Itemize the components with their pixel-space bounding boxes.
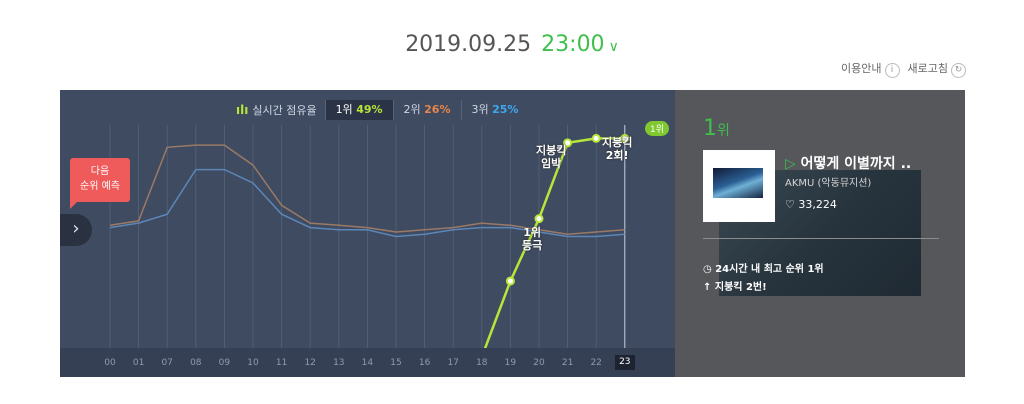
roof-break-annotation: 지붕킥 임박	[536, 144, 567, 170]
x-tick-label: 15	[390, 358, 402, 368]
refresh-link[interactable]: 새로고침 ↻	[908, 60, 966, 78]
chevron-down-icon[interactable]: ∨	[609, 39, 619, 55]
legend-rank: 2위	[403, 103, 421, 116]
play-icon[interactable]: ▷	[785, 156, 796, 172]
x-tick-label: 12	[304, 358, 316, 368]
chevron-right-icon[interactable]: ›	[60, 214, 92, 246]
like-count[interactable]: ♡ 33,224	[785, 198, 837, 211]
stat-roof-break: ↑ 지붕킥 2번!	[703, 278, 767, 293]
legend-value: 49%	[356, 103, 383, 116]
song-title-text: 어떻게 이별까지 ..	[800, 156, 912, 172]
refresh-label: 새로고침	[907, 62, 948, 75]
legend-rank: 1위	[335, 103, 353, 116]
roof-break2-annotation: 지붕킥 2회!	[602, 136, 633, 162]
x-tick-label: 19	[504, 358, 517, 368]
guide-link[interactable]: 이용안내 i	[841, 60, 900, 78]
x-axis: 00 01 07 08 09 10 11 12 13 14 15 16 17 18 19 20 21 22 23	[60, 348, 675, 377]
song-detail-panel: 1위 ▷ 어떻게 이별까지 .. AKMU (악동뮤지션) ♡ 33,224 ◷…	[675, 90, 965, 377]
x-tick-label: 10	[247, 358, 259, 368]
chart-datetime[interactable]: 2019.09.25 23:00 ∨	[0, 32, 1024, 57]
album-art-image	[713, 168, 763, 198]
song-artist[interactable]: AKMU (악동뮤지션)	[785, 174, 871, 189]
bar-chart-icon: ılı	[236, 103, 249, 117]
stat-roof-break-text: 지붕킥 2번!	[714, 282, 767, 293]
legend-value: 25%	[492, 103, 519, 116]
x-tick-label: 13	[333, 358, 345, 368]
line-chart	[109, 125, 630, 358]
song-title[interactable]: ▷ 어떻게 이별까지 ..	[785, 153, 911, 173]
x-tick-label: 11	[275, 358, 288, 368]
legend-item-1[interactable]: 1위 49%	[324, 100, 393, 120]
rank-number: 1	[703, 116, 717, 141]
album-cover[interactable]	[703, 150, 775, 222]
clock-icon: ◷	[703, 264, 712, 275]
legend-item-3[interactable]: 3위 25%	[460, 100, 529, 120]
legend-value: 26%	[424, 103, 451, 116]
realtime-chart-panel: ılı 실시간 점유율 1위 49% 2위 26% 3위 25% 다음 순위 예…	[60, 90, 675, 377]
chart-time: 23:00	[541, 32, 605, 57]
current-rank: 1위	[703, 116, 730, 141]
arrow-up-icon: ↑	[703, 282, 712, 293]
x-tick-label: 18	[476, 358, 488, 368]
x-tick-label: 00	[104, 358, 116, 368]
stat-best-rank-text: 24시간 내 최고 순위 1위	[715, 264, 824, 275]
x-tick-label: 07	[161, 358, 173, 368]
prediction-line1: 다음	[90, 166, 110, 177]
x-tick-label: 16	[418, 358, 431, 368]
heart-icon: ♡	[785, 198, 795, 211]
legend-rank: 3위	[471, 103, 489, 116]
x-tick-label: 22	[590, 358, 602, 368]
next-rank-prediction-badge[interactable]: 다음 순위 예측	[70, 158, 130, 209]
guide-label: 이용안내	[841, 62, 882, 75]
series-point	[505, 276, 515, 286]
x-tick-label: 14	[361, 358, 374, 368]
x-tick-label: 01	[132, 358, 145, 368]
series-line-3	[480, 137, 625, 358]
series-point	[534, 214, 544, 224]
rank-badge: 1위	[644, 121, 669, 136]
prediction-line2: 순위 예측	[80, 181, 120, 192]
refresh-icon: ↻	[951, 63, 966, 78]
x-tick-label: 20	[533, 358, 545, 368]
x-tick-label: 09	[218, 358, 231, 368]
legend-title: 실시간 점유율	[252, 104, 317, 117]
first-place-annotation: 1위 등극	[522, 226, 543, 252]
x-tick-label: 17	[447, 358, 459, 368]
info-icon: i	[884, 63, 900, 78]
x-tick-label: 08	[190, 358, 202, 368]
chart-legend: ılı 실시간 점유율 1위 49% 2위 26% 3위 25%	[236, 100, 528, 120]
stat-best-rank: ◷ 24시간 내 최고 순위 1위	[703, 260, 824, 275]
like-count-value: 33,224	[798, 198, 837, 211]
legend-item-2[interactable]: 2위 26%	[392, 100, 461, 120]
rank-suffix: 위	[717, 123, 730, 139]
x-tick-label: 21	[561, 358, 574, 368]
chart-date: 2019.09.25	[405, 32, 532, 57]
divider	[703, 238, 939, 239]
series-point	[591, 133, 601, 143]
x-tick-label: 23	[614, 355, 635, 370]
header-links: 이용안내 i 새로고침 ↻	[841, 60, 966, 78]
